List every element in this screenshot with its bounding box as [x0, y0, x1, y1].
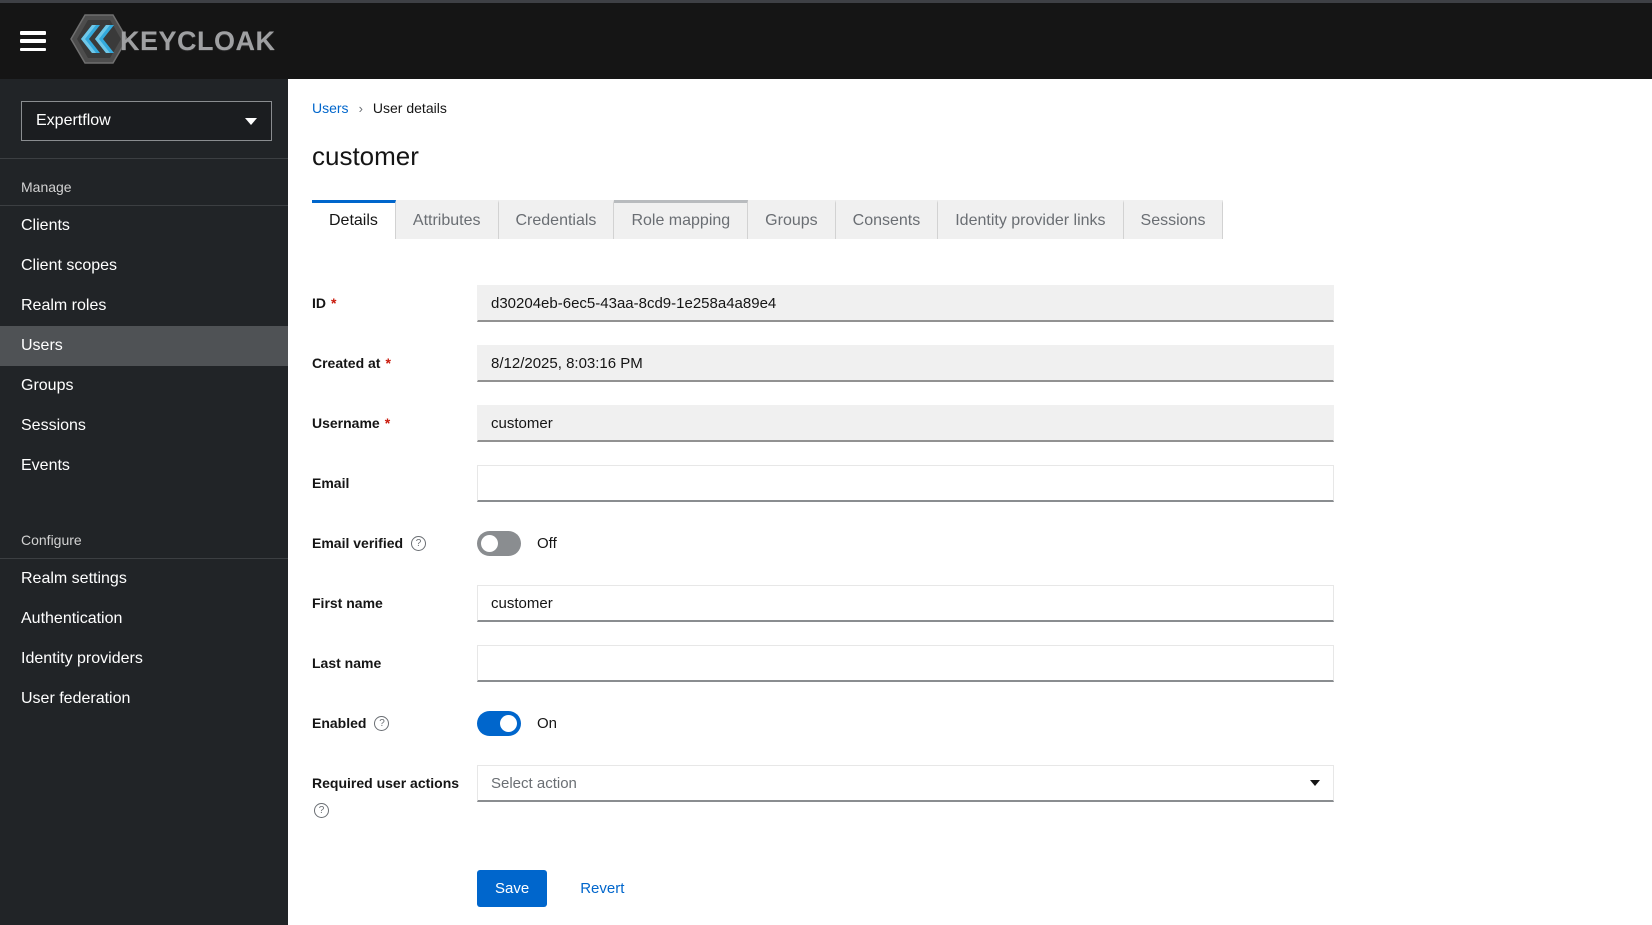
email-label: Email	[312, 475, 350, 491]
required-user-actions-select[interactable]: Select action	[477, 765, 1334, 802]
form-row-username: Username *	[312, 405, 1652, 442]
sidebar-item-events[interactable]: Events	[0, 446, 288, 486]
breadcrumb-separator-icon	[359, 101, 363, 116]
sidebar-item-groups[interactable]: Groups	[0, 366, 288, 406]
username-field	[477, 405, 1334, 442]
keycloak-logo: KEYCLOAK	[70, 13, 276, 70]
required-indicator: *	[384, 415, 391, 431]
email-verified-toggle[interactable]	[477, 531, 521, 556]
form-row-email: Email	[312, 465, 1652, 502]
nav-section-title: Configure	[0, 526, 288, 559]
email-field[interactable]	[477, 465, 1334, 502]
first-name-label: First name	[312, 595, 383, 611]
brand-title: KEYCLOAK	[120, 25, 276, 56]
breadcrumb-current: User details	[372, 100, 447, 116]
created-at-label: Created at	[312, 355, 381, 371]
form-row-created-at: Created at *	[312, 345, 1652, 382]
tab-bar: Details Attributes Credentials Role mapp…	[312, 200, 1652, 239]
form-row-id: ID *	[312, 285, 1652, 322]
sidebar-item-identity-providers[interactable]: Identity providers	[0, 639, 288, 679]
sidebar-item-authentication[interactable]: Authentication	[0, 599, 288, 639]
required-user-actions-label: Required user actions	[312, 775, 460, 791]
sidebar-item-realm-settings[interactable]: Realm settings	[0, 559, 288, 599]
tab-identity-provider-links[interactable]: Identity provider links	[938, 200, 1124, 239]
tab-details[interactable]: Details	[312, 200, 396, 239]
breadcrumb-users-link[interactable]: Users	[312, 100, 349, 116]
tab-consents[interactable]: Consents	[835, 200, 939, 239]
form-actions: Save Revert	[477, 870, 1652, 907]
nav-section-configure: Configure Realm settings Authentication …	[0, 512, 288, 719]
question-circle-icon[interactable]	[374, 715, 390, 731]
last-name-label: Last name	[312, 655, 382, 671]
form-row-last-name: Last name	[312, 645, 1652, 682]
tab-attributes[interactable]: Attributes	[395, 200, 499, 239]
realm-selector-wrap: Expertflow	[0, 79, 288, 159]
realm-name: Expertflow	[36, 112, 111, 129]
chevron-down-icon	[245, 117, 257, 125]
enabled-toggle[interactable]	[477, 711, 521, 736]
required-indicator: *	[385, 355, 391, 371]
first-name-field[interactable]	[477, 585, 1334, 622]
enabled-state: On	[537, 715, 558, 732]
sidebar-item-users[interactable]: Users	[0, 326, 288, 366]
sidebar-item-user-federation[interactable]: User federation	[0, 679, 288, 719]
select-placeholder: Select action	[491, 774, 577, 792]
page-title: customer	[312, 141, 419, 171]
email-verified-state: Off	[537, 535, 557, 552]
main-content: Users User details customer Details Attr…	[288, 79, 1652, 925]
tab-credentials[interactable]: Credentials	[498, 200, 615, 239]
breadcrumb: Users User details	[312, 100, 1652, 116]
last-name-field[interactable]	[477, 645, 1334, 682]
form-row-email-verified: Email verified Off	[312, 525, 1652, 562]
sidebar-item-sessions[interactable]: Sessions	[0, 406, 288, 446]
caret-down-icon	[1310, 780, 1320, 786]
question-circle-icon[interactable]	[314, 803, 329, 818]
form-row-first-name: First name	[312, 585, 1652, 622]
enabled-label: Enabled	[312, 715, 367, 731]
form-row-required-user-actions: Required user actions Select action	[312, 765, 1652, 818]
id-label: ID	[312, 295, 326, 311]
tab-groups[interactable]: Groups	[748, 200, 836, 239]
sidebar-item-realm-roles[interactable]: Realm roles	[0, 286, 288, 326]
created-at-field	[477, 345, 1334, 382]
save-button[interactable]: Save	[477, 870, 548, 907]
masthead: KEYCLOAK	[0, 0, 1652, 79]
tab-role-mapping[interactable]: Role mapping	[614, 200, 749, 239]
sidebar: Expertflow Manage Clients Client scopes …	[0, 79, 288, 925]
hamburger-menu-icon[interactable]	[20, 31, 46, 51]
question-circle-icon[interactable]	[411, 535, 427, 551]
form-row-enabled: Enabled On	[312, 705, 1652, 742]
nav-section-title: Manage	[0, 173, 288, 206]
sidebar-item-clients[interactable]: Clients	[0, 206, 288, 246]
id-field	[477, 285, 1334, 322]
realm-selector[interactable]: Expertflow	[21, 101, 272, 141]
required-indicator: *	[331, 295, 337, 311]
email-verified-label: Email verified	[312, 535, 404, 551]
sidebar-item-client-scopes[interactable]: Client scopes	[0, 246, 288, 286]
username-label: Username	[312, 415, 380, 431]
revert-button[interactable]: Revert	[580, 880, 624, 897]
nav-section-manage: Manage Clients Client scopes Realm roles…	[0, 159, 288, 486]
user-details-form: ID * Created at * Username * Email	[312, 285, 1652, 907]
tab-sessions[interactable]: Sessions	[1123, 200, 1224, 239]
